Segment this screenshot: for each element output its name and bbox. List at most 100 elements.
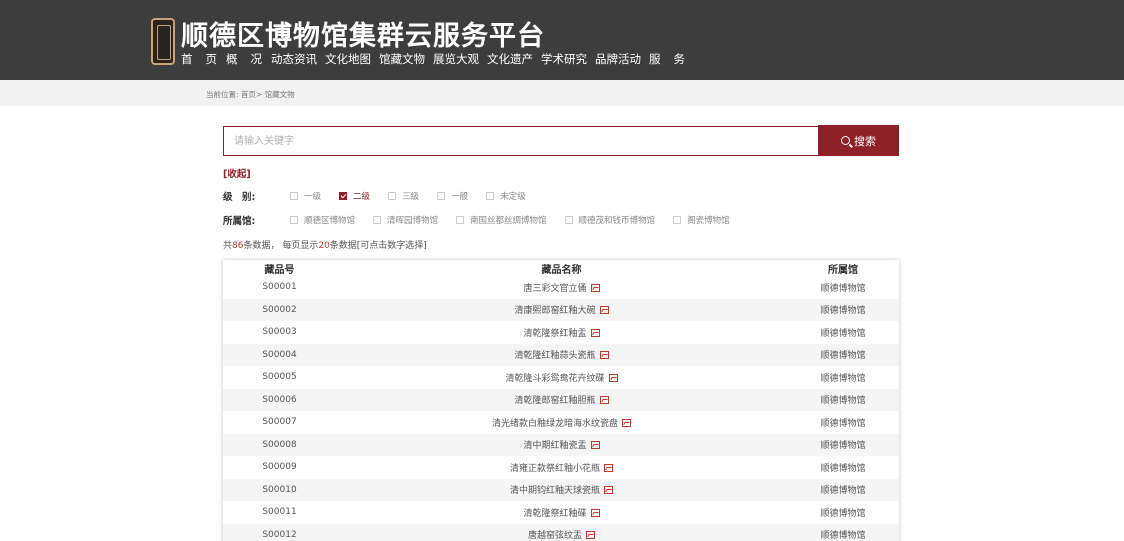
image-icon[interactable] [608, 373, 618, 382]
checkbox-icon[interactable] [290, 192, 298, 200]
item-name[interactable]: 清中期红釉瓷盂 [523, 441, 586, 451]
item-name-cell: 清乾隆祭红釉盂 [336, 326, 787, 339]
level-option[interactable]: 一级 [290, 190, 321, 202]
header-museum: 所属馆 [828, 264, 858, 276]
image-icon[interactable] [590, 328, 600, 337]
nav-research[interactable]: 学术研究 [541, 51, 587, 67]
checkbox-icon[interactable] [673, 216, 682, 224]
table-row[interactable]: S00011 清乾隆祭红釉碟 顺德博物馆 [223, 501, 899, 524]
nav-heritage[interactable]: 文化遗产 [487, 51, 533, 67]
image-icon[interactable] [599, 396, 609, 405]
checkbox-icon[interactable] [456, 216, 465, 224]
result-summary: 共86条数据， 每页显示20条数据[可点击数字选择] [223, 238, 427, 251]
collapse-toggle[interactable]: [收起] [223, 166, 251, 180]
item-name[interactable]: 清康熙郎窑红釉大碗 [514, 306, 595, 316]
item-name[interactable]: 清乾隆祭红釉盂 [523, 329, 586, 339]
museum-option[interactable]: 阁瓷博物馆 [673, 214, 730, 226]
level-option-label: 三级 [402, 192, 420, 202]
main-nav: 首页 概况 动态资讯 文化地图 馆藏文物 展览大观 文化遗产 学术研究 品牌活动 服务 [181, 51, 694, 67]
level-option[interactable]: 三级 [388, 190, 419, 202]
item-name-cell: 唐越窑弦纹盂 [336, 528, 787, 541]
per-page-selector[interactable]: 20 [318, 241, 329, 251]
museum-option[interactable]: 顺德区博物馆 [290, 214, 355, 226]
museum-name: 顺德博物馆 [820, 283, 866, 294]
search-icon [841, 136, 850, 145]
nav-home[interactable]: 首页 [181, 51, 230, 67]
image-icon[interactable] [604, 463, 613, 472]
table-row[interactable]: S00003 清乾隆祭红釉盂 顺德博物馆 [223, 321, 899, 344]
image-icon[interactable] [590, 283, 600, 292]
collection-table: 藏品号 藏品名称 所属馆 S00001 唐三彩文官立俑 顺德博物馆 S00002 清康熙… [223, 260, 899, 541]
nav-exhibitions[interactable]: 展览大观 [433, 51, 479, 67]
level-option-label: 未定级 [500, 192, 526, 202]
image-icon[interactable] [590, 508, 600, 517]
nav-news[interactable]: 动态资讯 [271, 51, 317, 67]
item-name[interactable]: 清乾隆斗彩鸳鸯花卉纹碟 [505, 374, 604, 384]
item-name[interactable]: 清光绪款白釉绿龙暗海水纹瓷盘 [492, 419, 618, 429]
item-name[interactable]: 清乾隆祭红釉碟 [523, 509, 586, 519]
level-filter: 级 别: 一级 二级 三级 一般 未定级 [223, 189, 544, 203]
summary-mid: 条数据， 每页显示 [243, 241, 319, 251]
table-row[interactable]: S00005 清乾隆斗彩鸳鸯花卉纹碟 顺德博物馆 [223, 366, 899, 389]
item-name[interactable]: 清乾隆红釉蒜头瓷瓶 [514, 351, 595, 361]
image-icon[interactable] [586, 531, 595, 540]
nav-services[interactable]: 服务 [649, 51, 698, 67]
site-title[interactable]: 顺德区博物馆集群云服务平台 [181, 14, 545, 53]
checkbox-checked-icon[interactable] [339, 192, 348, 200]
checkbox-icon[interactable] [437, 192, 446, 200]
nav-brand-events[interactable]: 品牌活动 [595, 51, 641, 67]
table-row[interactable]: S00012 唐越窑弦纹盂 顺德博物馆 [223, 523, 899, 541]
search-input[interactable] [223, 126, 818, 156]
item-name[interactable]: 唐三彩文官立俑 [523, 284, 586, 294]
museum-name: 顺德博物馆 [820, 306, 866, 317]
item-number: S00006 [262, 394, 297, 405]
table-row[interactable]: S00008 清中期红釉瓷盂 顺德博物馆 [223, 433, 899, 456]
level-options: 一级 二级 三级 一般 未定级 [290, 190, 544, 202]
table-row[interactable]: S00009 清雍正款祭红釉小花瓶 顺德博物馆 [223, 456, 899, 479]
level-option[interactable]: 二级 [339, 190, 370, 202]
museum-option[interactable]: 南国丝都丝绸博物馆 [456, 214, 547, 226]
table-row[interactable]: S00002 清康熙郎窑红釉大碗 顺德博物馆 [223, 298, 899, 321]
table-row[interactable]: S00004 清乾隆红釉蒜头瓷瓶 顺德博物馆 [223, 343, 899, 366]
checkbox-icon[interactable] [564, 216, 573, 224]
item-name-cell: 清乾隆斗彩鸳鸯花卉纹碟 [336, 371, 787, 384]
item-name[interactable]: 唐越窑弦纹盂 [528, 531, 582, 541]
item-name-cell: 唐三彩文官立俑 [336, 281, 787, 294]
museum-filter-label: 所属馆: [223, 216, 256, 227]
item-number: S00012 [262, 529, 297, 540]
nav-overview[interactable]: 概况 [226, 51, 275, 67]
table-row[interactable]: S00007 清光绪款白釉绿龙暗海水纹瓷盘 顺德博物馆 [223, 411, 899, 434]
museum-option[interactable]: 清晖园博物馆 [373, 214, 438, 226]
image-icon[interactable] [590, 441, 600, 450]
item-name-cell: 清光绪款白釉绿龙暗海水纹瓷盘 [336, 416, 787, 429]
item-number: S00001 [262, 282, 297, 293]
checkbox-icon[interactable] [486, 192, 495, 200]
level-option[interactable]: 未定级 [486, 190, 526, 202]
nav-culture-map[interactable]: 文化地图 [325, 51, 371, 67]
image-icon[interactable] [599, 351, 609, 360]
museum-name: 顺德博物馆 [820, 328, 866, 339]
site-header: 顺德区博物馆集群云服务平台 首页 概况 动态资讯 文化地图 馆藏文物 展览大观 文化遗产 学术… [0, 0, 1124, 80]
image-icon[interactable] [622, 418, 631, 427]
item-name[interactable]: 清乾隆郎窑红釉胆瓶 [514, 396, 595, 406]
museum-logo[interactable] [151, 18, 175, 65]
checkbox-icon[interactable] [373, 216, 382, 224]
item-name[interactable]: 清雍正款祭红釉小花瓶 [510, 464, 600, 474]
item-name-cell: 清雍正款祭红釉小花瓶 [336, 461, 787, 474]
nav-collection[interactable]: 馆藏文物 [379, 51, 425, 67]
item-name[interactable]: 清中期钧红釉天球瓷瓶 [510, 486, 600, 496]
museum-option-label: 清晖园博物馆 [387, 216, 439, 226]
image-icon[interactable] [599, 306, 609, 315]
summary-suffix: 条数据[可点击数字选择] [329, 241, 427, 251]
museum-name: 顺德博物馆 [820, 418, 866, 429]
table-row[interactable]: S00001 唐三彩文官立俑 顺德博物馆 [223, 276, 899, 299]
table-row[interactable]: S00010 清中期钧红釉天球瓷瓶 顺德博物馆 [223, 478, 899, 501]
checkbox-icon[interactable] [388, 192, 397, 200]
search-button[interactable]: 搜索 [818, 125, 899, 156]
total-count: 86 [232, 241, 244, 251]
checkbox-icon[interactable] [290, 216, 298, 224]
image-icon[interactable] [604, 486, 613, 495]
table-row[interactable]: S00006 清乾隆郎窑红釉胆瓶 顺德博物馆 [223, 388, 899, 411]
level-option[interactable]: 一般 [437, 190, 468, 202]
museum-option[interactable]: 顺德茂和钱币博物馆 [564, 214, 655, 226]
